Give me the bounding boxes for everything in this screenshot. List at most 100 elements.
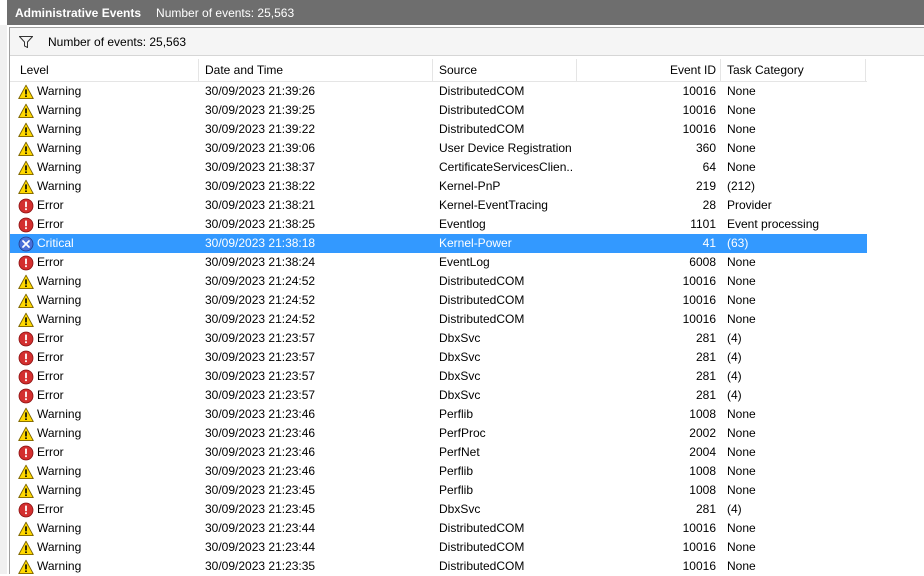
event-level-label: Warning	[37, 141, 82, 155]
event-task-category: None	[727, 483, 756, 497]
event-row[interactable]: Error 30/09/2023 21:23:46 PerfNet 2004 None	[10, 443, 867, 462]
event-source: DistributedCOM	[439, 540, 525, 554]
event-level: Error	[18, 386, 198, 405]
warning-icon	[18, 407, 34, 423]
event-level: Warning	[18, 291, 198, 310]
event-task-category: None	[727, 160, 756, 174]
event-row[interactable]: Error 30/09/2023 21:23:57 DbxSvc 281 (4)	[10, 367, 867, 386]
event-date-time: 30/09/2023 21:38:21	[205, 198, 316, 212]
error-icon	[18, 445, 34, 461]
event-row[interactable]: Error 30/09/2023 21:38:21 Kernel-EventTrac…	[10, 196, 867, 215]
event-row[interactable]: Error 30/09/2023 21:23:57 DbxSvc 281 (4)	[10, 386, 867, 405]
event-level-label: Warning	[37, 407, 82, 421]
warning-icon	[18, 540, 34, 556]
event-row[interactable]: Critical 30/09/2023 21:38:18 Kernel-Power 4…	[10, 234, 867, 253]
event-row[interactable]: Error 30/09/2023 21:23:45 DbxSvc 281 (4)	[10, 500, 867, 519]
event-row[interactable]: Warning 30/09/2023 21:23:45 Perflib 1008 Non…	[10, 481, 867, 500]
event-level-label: Error	[37, 369, 64, 383]
event-level-label: Error	[37, 502, 64, 516]
column-divider[interactable]	[432, 59, 433, 81]
event-level-label: Warning	[37, 559, 82, 573]
event-level-label: Error	[37, 331, 64, 345]
event-row[interactable]: Warning 30/09/2023 21:39:06 User Device Re…	[10, 139, 867, 158]
event-level: Warning	[18, 82, 198, 101]
event-date-time: 30/09/2023 21:38:24	[205, 255, 316, 269]
event-level: Warning	[18, 120, 198, 139]
event-level: Warning	[18, 158, 198, 177]
event-level-label: Warning	[37, 179, 82, 193]
column-divider[interactable]	[576, 59, 577, 81]
column-header-source[interactable]: Source	[439, 59, 477, 81]
event-level-label: Warning	[37, 540, 82, 554]
column-divider[interactable]	[865, 59, 866, 81]
event-row[interactable]: Warning 30/09/2023 21:39:22 DistributedCOM…	[10, 120, 867, 139]
event-level: Critical	[18, 234, 198, 253]
event-date-time: 30/09/2023 21:39:26	[205, 84, 316, 98]
event-date-time: 30/09/2023 21:38:22	[205, 179, 316, 193]
event-row[interactable]: Warning 30/09/2023 21:39:26 DistributedCOM…	[10, 82, 867, 101]
event-id: 219	[695, 179, 716, 193]
event-row[interactable]: Warning 30/09/2023 21:39:25 DistributedCOM…	[10, 101, 867, 120]
event-row[interactable]: Warning 30/09/2023 21:24:52 DistributedCOM…	[10, 291, 867, 310]
warning-icon	[18, 521, 34, 537]
event-task-category: None	[727, 559, 756, 573]
event-task-category: None	[727, 540, 756, 554]
event-source: DistributedCOM	[439, 103, 525, 117]
event-level: Error	[18, 348, 198, 367]
event-id: 281	[695, 350, 716, 364]
event-row[interactable]: Warning 30/09/2023 21:23:44 DistributedCOM…	[10, 519, 867, 538]
event-level: Error	[18, 443, 198, 462]
event-level: Warning	[18, 481, 198, 500]
event-row[interactable]: Error 30/09/2023 21:23:57 DbxSvc 281 (4)	[10, 329, 867, 348]
event-id: 281	[695, 388, 716, 402]
event-source: DistributedCOM	[439, 559, 525, 573]
event-row[interactable]: Warning 30/09/2023 21:24:52 DistributedCOM…	[10, 272, 867, 291]
event-level-label: Error	[37, 388, 64, 402]
event-source: DistributedCOM	[439, 274, 525, 288]
column-header-event-id[interactable]: Event ID	[580, 59, 716, 81]
event-task-category: (63)	[727, 236, 749, 250]
event-task-category: None	[727, 141, 756, 155]
column-divider[interactable]	[198, 59, 199, 81]
events-grid: Level Date and Time Source Event ID Task…	[10, 59, 867, 576]
event-source: Kernel-EventTracing	[439, 198, 548, 212]
event-date-time: 30/09/2023 21:38:18	[205, 236, 316, 250]
column-header-level[interactable]: Level	[20, 59, 49, 81]
event-row[interactable]: Warning 30/09/2023 21:23:46 Perflib 1008 Non…	[10, 462, 867, 481]
event-row[interactable]: Warning 30/09/2023 21:38:22 Kernel-PnP 219 (…	[10, 177, 867, 196]
event-level-label: Critical	[37, 236, 74, 250]
event-task-category: None	[727, 426, 756, 440]
event-id: 281	[695, 502, 716, 516]
event-level-label: Warning	[37, 160, 82, 174]
event-level-label: Warning	[37, 426, 82, 440]
event-row[interactable]: Warning 30/09/2023 21:23:44 DistributedCOM…	[10, 538, 867, 557]
event-source: CertificateServicesClien...	[439, 160, 574, 174]
event-level: Warning	[18, 519, 198, 538]
left-gutter	[0, 25, 7, 574]
event-level-label: Error	[37, 198, 64, 212]
column-header-date-time[interactable]: Date and Time	[205, 59, 283, 81]
event-source: Eventlog	[439, 217, 486, 231]
event-row[interactable]: Warning 30/09/2023 21:38:37 CertificateSer…	[10, 158, 867, 177]
warning-icon	[18, 160, 34, 176]
event-id: 281	[695, 331, 716, 345]
panel-title-bar: Administrative Events Number of events: …	[7, 0, 924, 25]
event-row[interactable]: Warning 30/09/2023 21:23:46 Perflib 1008 Non…	[10, 405, 867, 424]
event-row[interactable]: Error 30/09/2023 21:38:25 Eventlog 1101 Even…	[10, 215, 867, 234]
event-row[interactable]: Error 30/09/2023 21:23:57 DbxSvc 281 (4)	[10, 348, 867, 367]
event-row[interactable]: Warning 30/09/2023 21:24:52 DistributedCOM…	[10, 310, 867, 329]
event-row[interactable]: Warning 30/09/2023 21:23:35 DistributedCOM…	[10, 557, 867, 576]
error-icon	[18, 217, 34, 233]
event-level: Warning	[18, 101, 198, 120]
event-row[interactable]: Error 30/09/2023 21:38:24 EventLog 6008 None	[10, 253, 867, 272]
event-task-category: None	[727, 312, 756, 326]
filter-icon[interactable]	[18, 36, 34, 49]
error-icon	[18, 255, 34, 271]
event-level-label: Warning	[37, 464, 82, 478]
event-row[interactable]: Warning 30/09/2023 21:23:46 PerfProc 2002 No…	[10, 424, 867, 443]
column-divider[interactable]	[720, 59, 721, 81]
event-source: DbxSvc	[439, 331, 481, 345]
column-header-task-category[interactable]: Task Category	[727, 59, 804, 81]
event-level: Warning	[18, 424, 198, 443]
warning-icon	[18, 274, 34, 290]
